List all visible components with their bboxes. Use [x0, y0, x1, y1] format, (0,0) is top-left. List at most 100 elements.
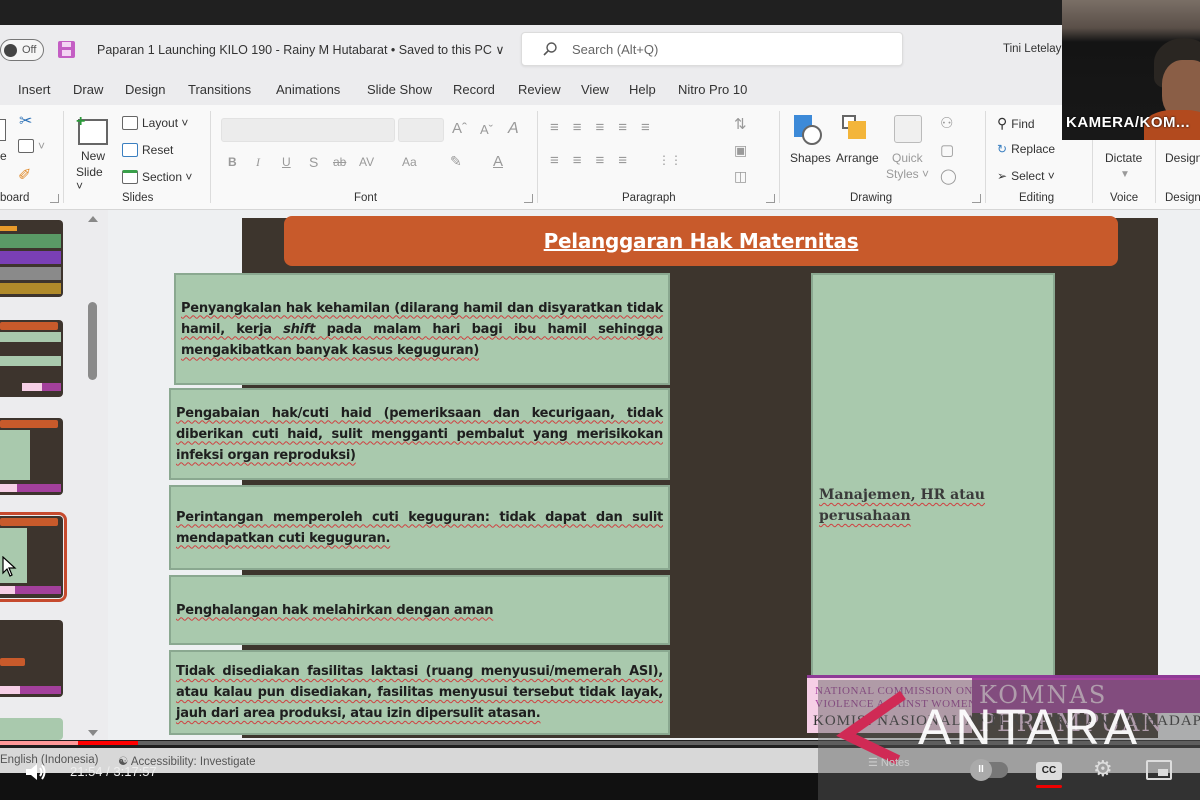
slide-text-box[interactable]: Perintangan memperoleh cuti keguguran: t… — [169, 485, 670, 570]
item-text: Perintangan memperoleh cuti keguguran: t… — [176, 507, 663, 549]
replace-button[interactable]: ↻ Replace — [997, 142, 1055, 156]
autoplay-toggle[interactable]: II — [970, 759, 1008, 781]
slide-thumbnail[interactable] — [0, 718, 63, 740]
shadow-button[interactable]: S — [309, 154, 318, 170]
slide-text-box[interactable]: Penghalangan hak melahirkan dengan aman — [169, 575, 670, 645]
new-slide-button[interactable]: + New Slide ˅ — [76, 114, 112, 193]
paste-icon[interactable] — [0, 119, 6, 141]
ribbon: e ✂ ˅ ✐ board + New Slide ˅ Layout ˅ Res… — [0, 105, 1200, 210]
arrange-button[interactable]: Arrange — [836, 113, 880, 185]
slide-thumbnail[interactable] — [0, 418, 63, 495]
tab-view[interactable]: View — [581, 82, 609, 97]
separator — [210, 111, 211, 203]
change-case-button[interactable]: Aa — [402, 155, 417, 169]
shapes-label: Shapes — [790, 151, 831, 165]
video-buffer — [0, 741, 78, 745]
tab-record[interactable]: Record — [453, 82, 495, 97]
tab-help[interactable]: Help — [629, 82, 656, 97]
quick-styles-button[interactable]: Quick Styles ˅ — [886, 113, 930, 185]
shapes-button[interactable]: Shapes — [790, 113, 831, 185]
section-label: Section ˅ — [142, 170, 193, 184]
slide-text-box[interactable]: Pengabaian hak/cuti haid (pemeriksaan da… — [169, 388, 670, 480]
separator — [537, 111, 538, 203]
save-icon[interactable] — [58, 41, 75, 58]
shrink-font-button[interactable]: Aˇ — [480, 122, 493, 137]
dictate-dropdown[interactable]: ▼ — [1120, 169, 1130, 180]
shape-fill-icon[interactable]: ⚇ — [940, 114, 953, 132]
select-button[interactable]: ➢ Select ˅ — [997, 169, 1055, 183]
cut-icon[interactable]: ✂ — [19, 111, 32, 131]
paste-label[interactable]: e — [0, 149, 7, 163]
font-color-icon[interactable]: A — [493, 153, 503, 170]
slide-text-box[interactable]: Penyangkalan hak kehamilan (dilarang ham… — [174, 273, 670, 385]
columns-button[interactable]: ⋮⋮ — [658, 153, 682, 167]
miniplayer-icon[interactable] — [1146, 760, 1172, 780]
tab-animations[interactable]: Animations — [276, 82, 340, 97]
list-buttons[interactable]: ≡≡≡≡≡ — [550, 119, 664, 136]
tab-review[interactable]: Review — [518, 82, 561, 97]
slide-text-box[interactable]: Tidak disediakan fasilitas laktasi (ruan… — [169, 650, 670, 735]
font-size-combo[interactable] — [398, 118, 444, 142]
scroll-down-arrow-icon[interactable] — [88, 730, 98, 736]
select-icon: ➢ — [997, 169, 1008, 183]
grow-font-button[interactable]: Aˆ — [452, 120, 467, 137]
clipboard-launcher[interactable] — [50, 194, 59, 203]
designer-button[interactable]: Designer — [1165, 151, 1200, 165]
slide-thumbnail[interactable] — [0, 620, 63, 697]
font-launcher[interactable] — [524, 194, 533, 203]
tab-transitions[interactable]: Transitions — [188, 82, 251, 97]
italic-button[interactable]: I — [256, 155, 260, 170]
find-icon: ⚲ — [997, 115, 1008, 131]
clear-formatting-icon[interactable]: A — [508, 120, 519, 138]
find-button[interactable]: ⚲ Find — [997, 115, 1035, 132]
tab-slide-show[interactable]: Slide Show — [367, 82, 432, 97]
item-text-part: Penghalangan hak melahirkan dengan aman — [176, 602, 494, 618]
dictate-button[interactable]: Dictate — [1105, 151, 1142, 165]
align-text-icon[interactable]: ▣ — [734, 142, 747, 159]
slide-right-column-box[interactable]: Manajemen, HR atau perusahaan — [811, 273, 1055, 678]
shape-outline-icon[interactable]: ▢ — [940, 141, 954, 159]
item-text: Penghalangan hak melahirkan dengan aman — [176, 600, 493, 621]
highlight-color-icon[interactable]: ✎ — [450, 153, 462, 170]
item-text: Tidak disediakan fasilitas laktasi (ruan… — [176, 661, 663, 724]
tab-design[interactable]: Design — [125, 82, 165, 97]
tab-draw[interactable]: Draw — [73, 82, 103, 97]
search-icon — [543, 42, 557, 56]
slide[interactable]: Pelanggaran Hak Maternitas Penyangkalan … — [169, 216, 1200, 738]
volume-icon[interactable] — [24, 761, 48, 783]
thumbnail-scrollbar[interactable] — [85, 210, 101, 740]
align-buttons[interactable]: ≡≡≡≡ — [550, 152, 641, 169]
character-spacing-button[interactable]: AV — [359, 155, 374, 169]
shape-effects-icon[interactable]: ◯ — [940, 167, 957, 185]
notes-button[interactable]: ☰ Notes — [868, 756, 910, 769]
settings-gear-icon[interactable]: ⚙ — [1093, 758, 1113, 780]
slide-thumbnail[interactable] — [0, 320, 63, 397]
captions-button[interactable]: CC — [1036, 762, 1062, 780]
tab-nitro-pro[interactable]: Nitro Pro 10 — [678, 82, 747, 97]
strikethrough-button[interactable]: ab — [333, 155, 346, 169]
bold-button[interactable]: B — [228, 155, 237, 169]
underline-button[interactable]: U — [282, 155, 291, 169]
section-button[interactable]: Section ˅ — [122, 170, 192, 184]
pause-icon: II — [970, 759, 992, 781]
document-title[interactable]: Paparan 1 Launching KILO 190 - Rainy M H… — [97, 42, 505, 57]
slide-title[interactable]: Pelanggaran Hak Maternitas — [284, 216, 1118, 266]
paragraph-launcher[interactable] — [766, 194, 775, 203]
camera-overlay: KAMERA/KOM... — [1062, 0, 1200, 140]
user-name[interactable]: Tini Letelay — [1003, 43, 1061, 55]
autosave-toggle[interactable]: Off — [0, 39, 44, 61]
scrollbar-thumb[interactable] — [88, 302, 97, 380]
format-painter-icon[interactable]: ✐ — [18, 165, 31, 185]
text-direction-icon[interactable]: ⇅ — [734, 115, 747, 133]
scroll-up-arrow-icon[interactable] — [88, 216, 98, 222]
search-input[interactable]: Search (Alt+Q) — [521, 32, 903, 66]
layout-button[interactable]: Layout ˅ — [122, 116, 188, 130]
font-family-combo[interactable] — [221, 118, 395, 142]
tab-insert[interactable]: Insert — [18, 82, 51, 97]
smartart-icon[interactable]: ◫ — [734, 168, 747, 185]
drawing-launcher[interactable] — [972, 194, 981, 203]
reset-button[interactable]: Reset — [122, 143, 173, 157]
copy-icon[interactable]: ˅ — [18, 139, 45, 153]
slide-thumbnail[interactable] — [0, 220, 63, 297]
designer-group-label: Designer — [1165, 192, 1200, 204]
